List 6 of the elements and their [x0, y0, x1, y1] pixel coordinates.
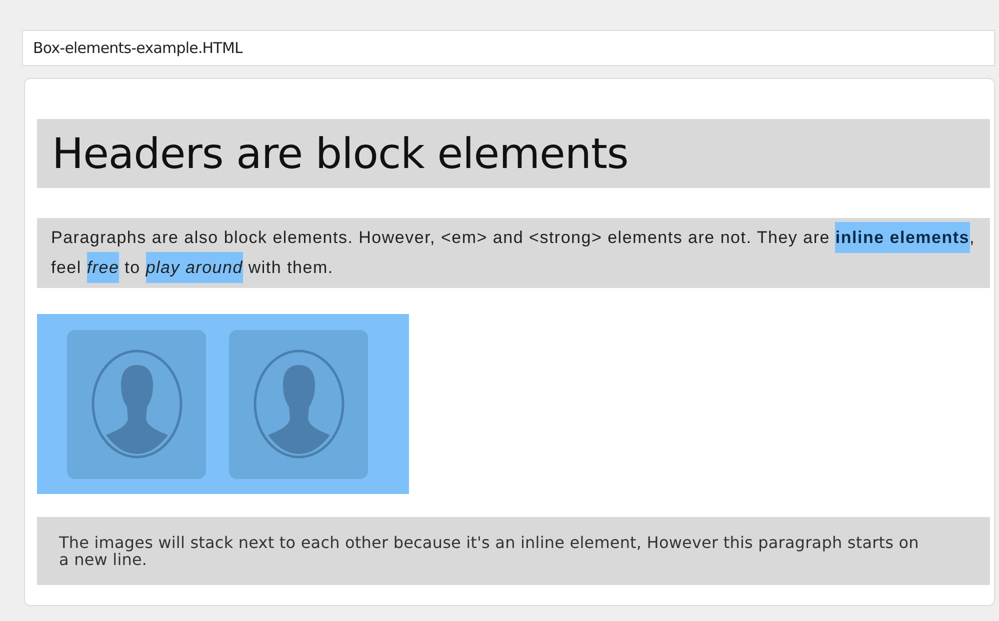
- paragraph: Paragraphs are also block elements. However, <em> and <strong> elements are not. They are inline elements, feel free to play around with them.: [37, 218, 990, 288]
- person-icon: [252, 349, 344, 459]
- file-name-bar: Box-elements-example.HTML: [22, 30, 995, 66]
- note-paragraph: The images will stack next to each other because it's an inline element, However this paragraph starts on a new line.: [37, 517, 990, 585]
- heading: Headers are block elements: [37, 119, 990, 188]
- person-icon: [90, 349, 182, 459]
